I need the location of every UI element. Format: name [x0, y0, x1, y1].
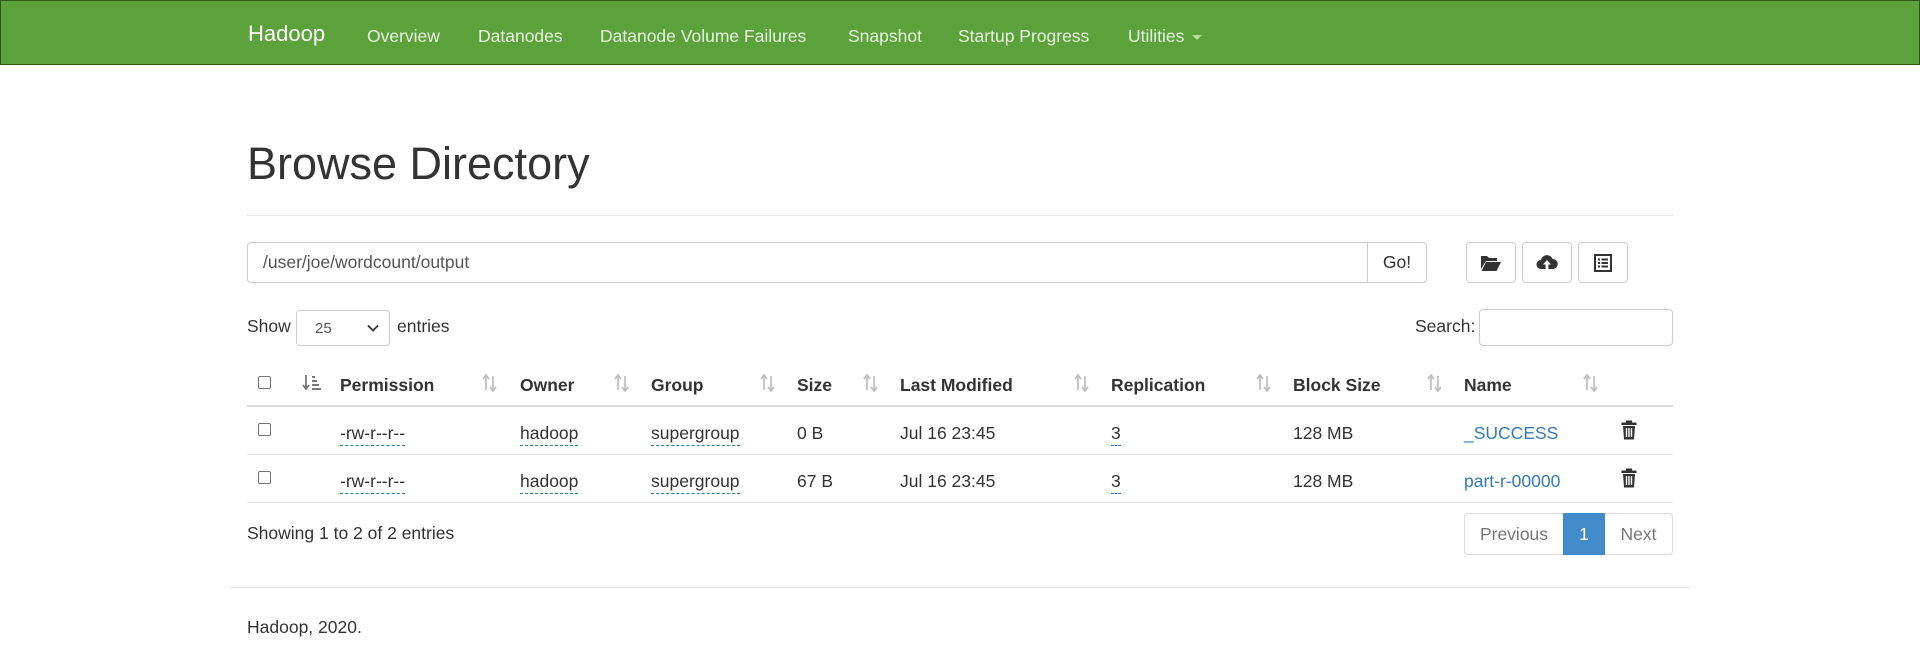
list-alt-icon [1594, 253, 1612, 272]
chevron-down-icon [367, 324, 379, 332]
last-modified-cell: Jul 16 23:45 [900, 471, 996, 491]
column-header-size[interactable]: Size [797, 375, 832, 396]
top-navbar: Hadoop Overview Datanodes Datanode Volum… [0, 0, 1920, 65]
permission-cell[interactable]: -rw-r--r-- [340, 471, 406, 494]
sort-both-icon[interactable] [481, 373, 499, 393]
go-button[interactable]: Go! [1367, 242, 1427, 283]
last-modified-cell: Jul 16 23:45 [900, 423, 996, 443]
column-header-permission[interactable]: Permission [340, 375, 434, 396]
cloud-upload-icon [1536, 254, 1558, 270]
nav-overview[interactable]: Overview [367, 26, 440, 47]
pagination-page[interactable]: 1 [1563, 513, 1605, 555]
select-all-checkbox[interactable] [258, 376, 271, 389]
owner-cell[interactable]: hadoop [520, 471, 579, 494]
nav-datanodes[interactable]: Datanodes [478, 26, 563, 47]
search-input[interactable] [1479, 309, 1673, 346]
path-form: Go! [247, 242, 1427, 283]
nav-snapshot[interactable]: Snapshot [848, 26, 922, 47]
folder-open-icon [1481, 255, 1501, 271]
size-cell: 67 B [797, 471, 833, 491]
entries-per-page-select[interactable]: 25 [296, 310, 390, 346]
table-info: Showing 1 to 2 of 2 entries [247, 523, 455, 543]
sort-ascending-icon[interactable] [301, 373, 321, 393]
sort-both-icon[interactable] [862, 373, 880, 393]
search-label: Search: [1415, 316, 1476, 336]
entries-per-page-value: 25 [315, 320, 332, 337]
column-header-owner[interactable]: Owner [520, 375, 574, 396]
file-name-link[interactable]: _SUCCESS [1464, 423, 1558, 444]
pagination-next[interactable]: Next [1605, 513, 1673, 555]
column-header-last-modified[interactable]: Last Modified [900, 375, 1013, 396]
column-header-group[interactable]: Group [651, 375, 704, 396]
nav-utilities-label: Utilities [1128, 26, 1185, 46]
row-divider [247, 454, 1673, 455]
nav-utilities-dropdown[interactable]: Utilities [1128, 26, 1203, 47]
page-title: Browse Directory [247, 138, 590, 189]
sort-both-icon[interactable] [1582, 373, 1600, 393]
sort-both-icon[interactable] [1073, 373, 1091, 393]
row-checkbox[interactable] [258, 471, 271, 484]
show-label: Show [247, 316, 291, 336]
sort-both-icon[interactable] [1426, 373, 1444, 393]
pagination-previous[interactable]: Previous [1464, 513, 1563, 555]
sort-both-icon[interactable] [613, 373, 631, 393]
block-size-cell: 128 MB [1293, 423, 1354, 443]
caret-down-icon [1192, 34, 1203, 40]
column-header-block-size[interactable]: Block Size [1293, 375, 1381, 396]
table-header-divider [247, 405, 1673, 407]
footer-divider [230, 587, 1690, 588]
owner-cell[interactable]: hadoop [520, 423, 579, 446]
cut-paste-button[interactable] [1578, 242, 1628, 283]
sort-both-icon[interactable] [759, 373, 777, 393]
upload-files-button[interactable] [1522, 242, 1572, 283]
column-header-name[interactable]: Name [1464, 375, 1512, 396]
replication-cell[interactable]: 3 [1111, 423, 1121, 446]
group-cell[interactable]: supergroup [651, 471, 740, 494]
trash-icon[interactable] [1621, 468, 1637, 488]
row-checkbox[interactable] [258, 423, 271, 436]
group-cell[interactable]: supergroup [651, 423, 740, 446]
create-directory-button[interactable] [1466, 242, 1516, 283]
brand-link[interactable]: Hadoop [248, 21, 325, 47]
trash-icon[interactable] [1621, 420, 1637, 440]
file-name-link[interactable]: part-r-00000 [1464, 471, 1560, 492]
footer-text: Hadoop, 2020. [247, 617, 362, 637]
block-size-cell: 128 MB [1293, 471, 1354, 491]
nav-datanode-volume-failures[interactable]: Datanode Volume Failures [600, 26, 806, 47]
entries-label: entries [397, 316, 450, 336]
permission-cell[interactable]: -rw-r--r-- [340, 423, 406, 446]
size-cell: 0 B [797, 423, 824, 443]
row-divider [247, 502, 1673, 503]
sort-both-icon[interactable] [1255, 373, 1273, 393]
directory-path-input[interactable] [247, 242, 1368, 283]
replication-cell[interactable]: 3 [1111, 471, 1121, 494]
column-header-replication[interactable]: Replication [1111, 375, 1205, 396]
nav-startup-progress[interactable]: Startup Progress [958, 26, 1089, 47]
title-divider [247, 215, 1673, 216]
